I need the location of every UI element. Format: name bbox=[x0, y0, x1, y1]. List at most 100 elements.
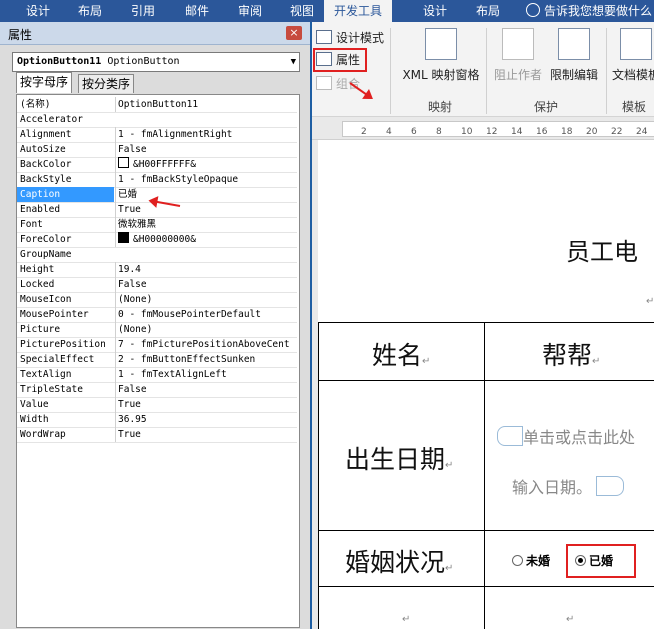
ruler-number: 6 bbox=[411, 127, 417, 137]
property-row[interactable]: SpecialEffect 2 - fmButtonEffectSunken bbox=[17, 352, 297, 368]
tell-me-search[interactable]: 告诉我您想要做什么 bbox=[526, 0, 652, 22]
property-value-text: &H00000000& bbox=[133, 234, 196, 245]
name-value[interactable]: 帮帮↵ bbox=[542, 336, 600, 372]
property-row[interactable]: Width 36.95 bbox=[17, 412, 297, 428]
tab-alphabetic[interactable]: 按字母序 bbox=[16, 72, 73, 93]
property-row[interactable]: Picture (None) bbox=[17, 322, 297, 338]
tell-me-text: 告诉我您想要做什么 bbox=[544, 4, 653, 18]
property-value[interactable]: 1 - fmBackStyleOpaque bbox=[115, 172, 300, 187]
property-value-text: False bbox=[118, 279, 147, 290]
property-value[interactable]: &H00000000& bbox=[115, 232, 300, 247]
tab-4[interactable]: 审阅 bbox=[238, 0, 262, 22]
object-selector[interactable]: OptionButton11 OptionButton ▼ bbox=[12, 52, 300, 72]
property-row[interactable]: (名称) OptionButton11 bbox=[17, 97, 297, 113]
property-value[interactable]: False bbox=[115, 382, 300, 397]
table-border bbox=[318, 530, 654, 531]
property-name: Caption bbox=[17, 187, 114, 202]
property-row[interactable]: TripleState False bbox=[17, 382, 297, 398]
design-mode-button[interactable]: 设计模式 bbox=[316, 28, 384, 48]
property-row[interactable]: TextAlign 1 - fmTextAlignLeft bbox=[17, 367, 297, 383]
property-name: WordWrap bbox=[20, 429, 66, 440]
property-row[interactable]: Accelerator bbox=[17, 112, 297, 128]
properties-title-bar[interactable]: 属性 × bbox=[0, 22, 310, 45]
close-icon[interactable]: × bbox=[286, 26, 302, 40]
property-row[interactable]: WordWrap True bbox=[17, 427, 297, 443]
ribbon-separator bbox=[486, 28, 487, 114]
property-value[interactable]: OptionButton11 bbox=[115, 97, 300, 112]
property-value-text: True bbox=[118, 399, 141, 410]
tab-7[interactable]: 设计 bbox=[423, 0, 447, 22]
property-value[interactable]: 7 - fmPicturePositionAboveCent bbox=[115, 337, 300, 352]
property-value[interactable]: 0 - fmMousePointerDefault bbox=[115, 307, 300, 322]
date-picker-control-line2[interactable]: 输入日期。 bbox=[512, 474, 625, 498]
property-row[interactable]: Enabled True bbox=[17, 202, 297, 218]
property-row[interactable]: BackColor &H00FFFFFF& bbox=[17, 157, 297, 173]
property-row[interactable]: PicturePosition 7 - fmPicturePositionAbov… bbox=[17, 337, 297, 353]
document-template-button[interactable]: 文档模板 bbox=[608, 28, 654, 83]
property-value[interactable]: 微软雅黑 bbox=[115, 217, 300, 232]
property-value-text: 2 - fmButtonEffectSunken bbox=[118, 354, 256, 365]
group-label-protect: 保护 bbox=[534, 100, 559, 114]
restrict-editing-button[interactable]: 限制编辑 bbox=[546, 28, 602, 83]
property-value[interactable]: True bbox=[115, 202, 300, 217]
property-row[interactable]: Font 微软雅黑 bbox=[17, 217, 297, 233]
property-value[interactable]: 1 - fmTextAlignLeft bbox=[115, 367, 300, 382]
property-value[interactable]: 19.4 bbox=[115, 262, 300, 277]
tab-3[interactable]: 邮件 bbox=[185, 0, 209, 22]
property-row[interactable]: MouseIcon (None) bbox=[17, 292, 297, 308]
property-name: Locked bbox=[20, 279, 55, 290]
property-value[interactable]: (None) bbox=[115, 292, 300, 307]
properties-window[interactable]: 属性 × OptionButton11 OptionButton ▼ 按字母序 … bbox=[0, 22, 312, 629]
property-row[interactable]: Alignment 1 - fmAlignmentRight bbox=[17, 127, 297, 143]
property-value[interactable]: 已婚 bbox=[115, 187, 300, 202]
property-row[interactable]: ForeColor &H00000000& bbox=[17, 232, 297, 248]
ruler-number: 18 bbox=[561, 127, 573, 137]
property-value-text: 已婚 bbox=[118, 189, 138, 200]
property-row[interactable]: AutoSize False bbox=[17, 142, 297, 158]
property-value[interactable]: 1 - fmAlignmentRight bbox=[115, 127, 300, 142]
tab-2[interactable]: 引用 bbox=[131, 0, 155, 22]
property-value-text: True bbox=[118, 429, 141, 440]
property-value[interactable]: (None) bbox=[115, 322, 300, 337]
radio-unmarried[interactable]: 未婚 bbox=[512, 552, 550, 569]
tab-5[interactable]: 视图 bbox=[290, 0, 314, 22]
property-value[interactable]: False bbox=[115, 277, 300, 292]
horizontal-ruler[interactable]: 2 4 6 8 10 12 14 16 18 20 22 24 bbox=[310, 117, 654, 140]
property-value[interactable]: False bbox=[115, 142, 300, 157]
block-authors-button[interactable]: 阻止作者 bbox=[490, 28, 546, 83]
tab-1[interactable]: 布局 bbox=[78, 0, 102, 22]
property-value-text: (None) bbox=[118, 294, 153, 305]
property-row[interactable]: BackStyle 1 - fmBackStyleOpaque bbox=[17, 172, 297, 188]
tab-categorized[interactable]: 按分类序 bbox=[78, 74, 135, 93]
property-name: BackColor bbox=[20, 159, 72, 170]
ruler-track: 2 4 6 8 10 12 14 16 18 20 22 24 bbox=[342, 121, 654, 137]
table-border bbox=[318, 322, 319, 629]
property-row[interactable]: Value True bbox=[17, 397, 297, 413]
property-value[interactable]: True bbox=[115, 397, 300, 412]
property-value-text: OptionButton11 bbox=[118, 99, 199, 110]
content-control-handle-icon bbox=[497, 426, 523, 446]
property-value[interactable]: &H00FFFFFF& bbox=[115, 157, 300, 172]
tab-6[interactable]: 开发工具 bbox=[324, 0, 393, 22]
property-row[interactable]: Height 19.4 bbox=[17, 262, 297, 278]
paragraph-mark: ↵ bbox=[646, 296, 654, 307]
dropdown-arrow-icon: ▼ bbox=[290, 57, 296, 67]
date-picker-control[interactable]: 单击或点击此处 bbox=[497, 424, 635, 448]
xml-mapping-button[interactable]: XML 映射窗格 bbox=[398, 28, 484, 83]
group-label-mapping: 映射 bbox=[428, 100, 453, 114]
property-value[interactable]: 36.95 bbox=[115, 412, 300, 427]
property-row[interactable]: MousePointer 0 - fmMousePointerDefault bbox=[17, 307, 297, 323]
group-icon bbox=[316, 76, 332, 90]
table-border bbox=[318, 322, 654, 323]
ruler-number: 12 bbox=[486, 127, 498, 137]
property-row[interactable]: Locked False bbox=[17, 277, 297, 293]
property-value[interactable]: 2 - fmButtonEffectSunken bbox=[115, 352, 300, 367]
property-name: Value bbox=[20, 399, 49, 410]
property-row[interactable]: GroupName bbox=[17, 247, 297, 263]
lock-icon bbox=[558, 28, 590, 60]
tab-0[interactable]: 设计 bbox=[26, 0, 50, 22]
property-grid[interactable]: (名称) OptionButton11 Accelerator Alignment 1 … bbox=[16, 94, 300, 628]
content-control-end-icon bbox=[596, 476, 625, 496]
property-value[interactable]: True bbox=[115, 427, 300, 442]
tab-8[interactable]: 布局 bbox=[476, 0, 500, 22]
